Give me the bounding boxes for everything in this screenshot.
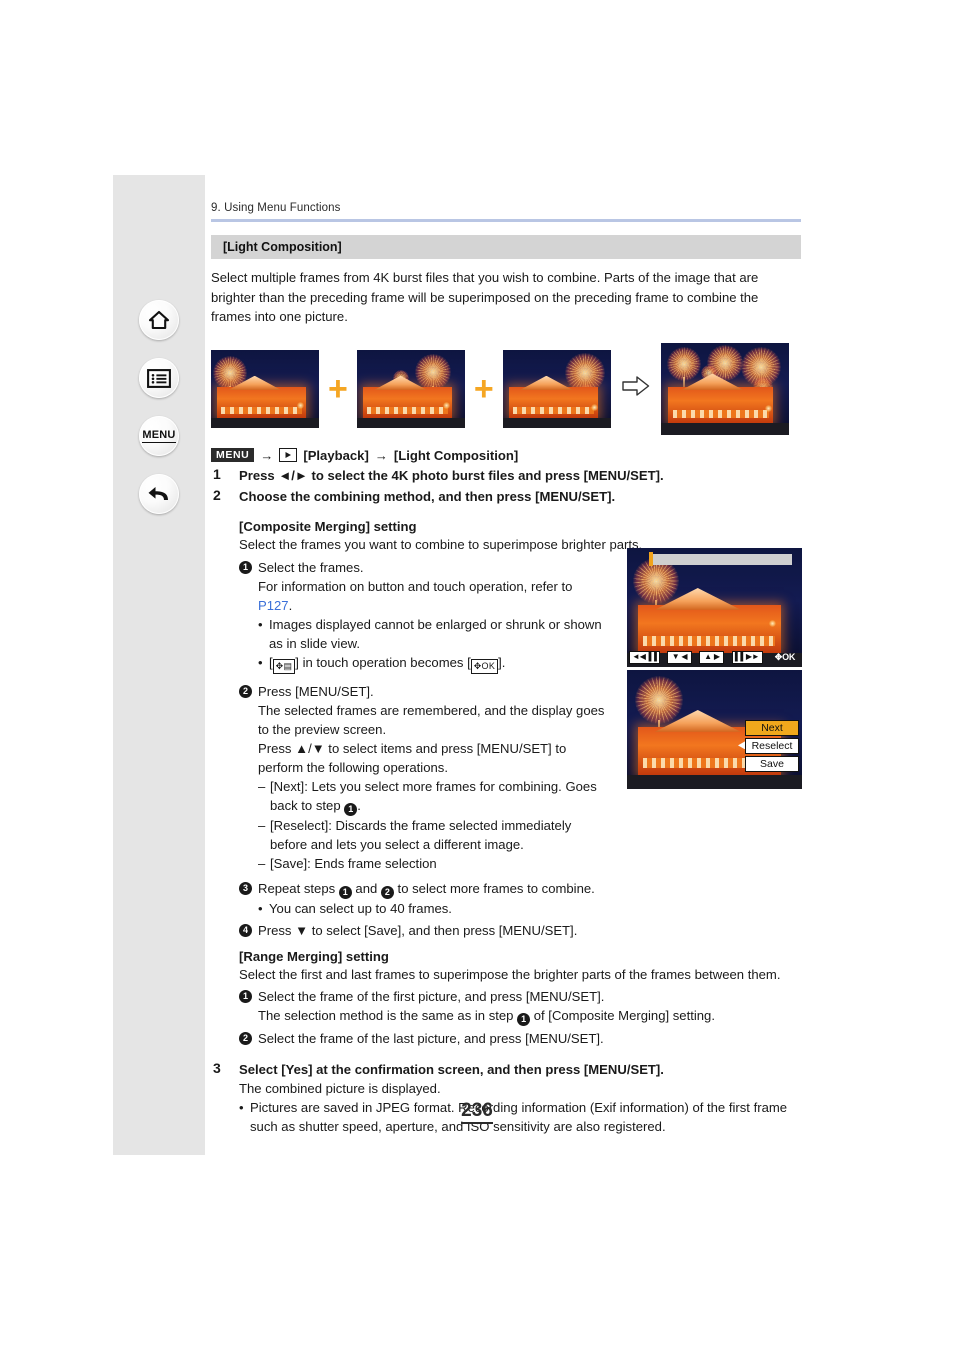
- range-substep-2-title: Select the frame of the last picture, an…: [258, 1030, 604, 1046]
- touch-ok-icon: ✥OK: [470, 658, 499, 674]
- substep-2-line-2: Press ▲/▼ to select items and press [MEN…: [258, 740, 567, 775]
- range-substep-1-title: Select the frame of the first picture, a…: [258, 988, 605, 1004]
- path-arrow-2: →: [374, 447, 388, 463]
- step-ref-marker: 2: [380, 885, 394, 899]
- range-merging-lead: Select the first and last frames to supe…: [239, 966, 781, 982]
- touch-frame-icon: ✥▤: [272, 658, 296, 674]
- menu-icon: MENU: [142, 428, 176, 443]
- frame-selection-screen: ◄◀▐▐ ▼ ◀ ▲ ▶ ▌▌▶► ✥OK: [627, 548, 802, 667]
- plus-symbol-2: +: [473, 369, 494, 408]
- step-ref-marker: 1: [338, 885, 352, 899]
- step-1-number: 1: [213, 465, 221, 482]
- substep-1-marker: 1: [239, 560, 252, 574]
- range-substep-1-marker: 1: [239, 989, 252, 1003]
- result-arrow: [622, 375, 650, 402]
- path-arrow-1: →: [260, 447, 274, 463]
- range-merging-heading: [Range Merging] setting: [239, 948, 389, 964]
- bullet-dot: •: [258, 616, 263, 632]
- sidebar-item-home[interactable]: [139, 300, 179, 340]
- fireworks-thumb-2: [356, 349, 465, 428]
- fireworks-result-thumb: [660, 342, 789, 435]
- ok-button[interactable]: ✥OK: [770, 651, 800, 664]
- contents-icon: [147, 368, 171, 388]
- fireworks-thumb-1: [211, 349, 319, 428]
- path-item-playback: [Playback]: [303, 447, 369, 463]
- range-substep-1-sub: The selection method is the same as in s…: [258, 1007, 715, 1026]
- substep-1-bullet-1: • Images displayed cannot be enlarged or…: [258, 616, 602, 651]
- fireworks-thumb-3: [502, 349, 611, 428]
- step-ref-marker: 1: [344, 802, 358, 816]
- step-2: 2 Choose the combining method, and then …: [211, 487, 801, 506]
- sidebar-item-back[interactable]: [139, 474, 179, 514]
- dash-mark: –: [258, 817, 266, 833]
- range-substep-2: 2 Select the frame of the last picture, …: [239, 1029, 801, 1048]
- substep-2-dash-2: – [Reselect]: Discards the frame selecte…: [258, 817, 572, 852]
- next-frame-button[interactable]: ▲ ▶: [699, 650, 725, 664]
- rewind-fast-button[interactable]: ◄◀▐▐: [629, 650, 660, 664]
- dash-mark: –: [258, 855, 266, 871]
- camera-control-bar: ◄◀▐▐ ▼ ◀ ▲ ▶ ▌▌▶► ✥OK: [627, 647, 802, 667]
- substep-4-text: Press ▼ to select [Save], and then press…: [258, 922, 578, 938]
- page-number: 236: [0, 1100, 954, 1124]
- substep-1-title: Select the frames.: [258, 559, 364, 575]
- section-title: [Light Composition]: [223, 240, 342, 254]
- page-reference-link[interactable]: P127: [258, 598, 289, 613]
- substep-4-marker: 4: [239, 923, 252, 937]
- substep-3-text: Repeat steps 1 and 2 to select more fram…: [258, 880, 595, 899]
- composite-substep-4: 4 Press ▼ to select [Save], and then pre…: [239, 921, 801, 940]
- step-2-text: Choose the combining method, and then pr…: [239, 488, 616, 504]
- menu-item-reselect[interactable]: Reselect: [745, 737, 799, 754]
- main-steps: 1 Press ◄/► to select the 4K photo burst…: [211, 466, 801, 506]
- step-3-line: The combined picture is displayed.: [239, 1080, 441, 1096]
- step-2-number: 2: [213, 486, 221, 503]
- sidebar-nav: MENU: [113, 300, 205, 514]
- substep-2-title: Press [MENU/SET].: [258, 683, 374, 699]
- intro-paragraph: Select multiple frames from 4K burst fil…: [211, 270, 759, 324]
- step-3-number: 3: [213, 1059, 221, 1076]
- plus-symbol-1: +: [328, 369, 348, 408]
- prev-frame-button[interactable]: ▼ ◀: [667, 650, 693, 664]
- burst-progress-cursor[interactable]: [648, 552, 654, 567]
- forward-fast-button[interactable]: ▌▌▶►: [731, 650, 763, 664]
- substep-2-line-1: The selected frames are remembered, and …: [258, 702, 605, 737]
- header-rule: [211, 219, 801, 222]
- preview-menu: Next Reselect Save: [745, 719, 799, 772]
- substep-3-bullet: • You can select up to 40 frames.: [258, 900, 452, 916]
- menu-path: MENU → [Playback] → [Light Composition]: [211, 448, 801, 463]
- menu-badge: MENU: [211, 447, 255, 463]
- substep-3-marker: 3: [239, 881, 252, 895]
- playback-icon: [279, 448, 298, 462]
- section-title-bar: [Light Composition]: [211, 235, 801, 259]
- bullet-dot: •: [258, 654, 263, 670]
- preview-screen: Next Reselect Save: [627, 670, 802, 789]
- sidebar-item-contents[interactable]: [139, 358, 179, 398]
- menu-item-next[interactable]: Next: [745, 719, 799, 736]
- composite-substep-3: 3 Repeat steps 1 and 2 to select more fr…: [239, 879, 801, 899]
- composite-merging-heading: [Composite Merging] setting: [239, 518, 417, 534]
- substep-1-bullet-2: • [✥▤] in touch operation becomes [✥OK].: [258, 653, 610, 674]
- step-1: 1 Press ◄/► to select the 4K photo burst…: [211, 466, 801, 485]
- range-substep-1: 1 Select the frame of the first picture,…: [239, 987, 801, 1026]
- substep-2-marker: 2: [239, 684, 252, 698]
- menu-item-save[interactable]: Save: [745, 755, 799, 772]
- home-icon: [148, 310, 170, 330]
- dash-mark: –: [258, 778, 266, 794]
- substep-2-dash-1: – [Next]: Lets you select more frames fo…: [258, 778, 597, 816]
- burst-progress-bar[interactable]: [651, 553, 792, 565]
- substep-2-dash-3: – [Save]: Ends frame selection: [258, 855, 437, 871]
- step-3-title: Select [Yes] at the confirmation screen,…: [239, 1061, 664, 1077]
- illustration-strip: + +: [211, 341, 801, 437]
- sidebar-item-menu[interactable]: MENU: [139, 416, 179, 456]
- range-substep-2-marker: 2: [239, 1031, 252, 1045]
- bullet-dot: •: [258, 900, 263, 916]
- back-icon: [147, 484, 171, 504]
- substep-1-ref-line: For information on button and touch oper…: [258, 578, 573, 613]
- chapter-heading: 9. Using Menu Functions: [211, 202, 341, 214]
- step-ref-marker: 1: [517, 1012, 531, 1026]
- step-3: 3 Select [Yes] at the confirmation scree…: [211, 1060, 801, 1136]
- path-item-light-composition: [Light Composition]: [393, 447, 519, 463]
- step-1-text: Press ◄/► to select the 4K photo burst f…: [239, 467, 664, 483]
